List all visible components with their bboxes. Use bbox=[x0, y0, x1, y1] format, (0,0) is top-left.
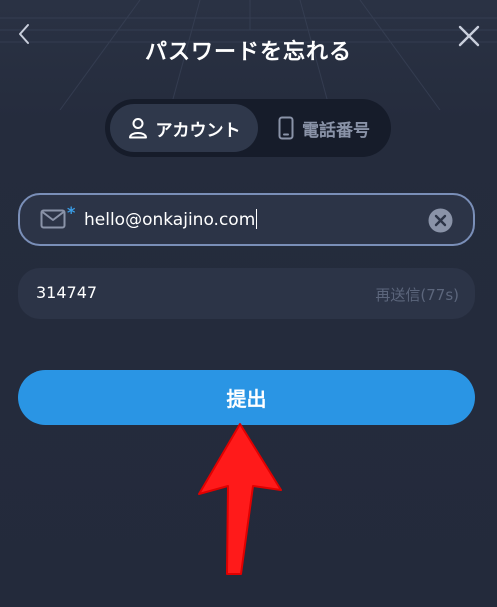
phone-icon bbox=[278, 116, 294, 140]
tab-phone-number[interactable]: 電話番号 bbox=[262, 104, 386, 152]
page-title: パスワードを忘れる bbox=[144, 40, 352, 65]
close-button[interactable] bbox=[453, 20, 485, 52]
submit-label: 提出 bbox=[226, 387, 267, 411]
email-field[interactable]: * hello@onkajino.com bbox=[18, 193, 475, 246]
tab-phone-label: 電話番号 bbox=[302, 120, 370, 141]
required-mark: * bbox=[67, 203, 76, 222]
submit-button[interactable]: 提出 bbox=[18, 370, 475, 425]
forgot-password-screen: パスワードを忘れる アカウント 電話番号 * hello@onkajino.co… bbox=[0, 0, 497, 607]
recovery-method-tabs: アカウント 電話番号 bbox=[105, 99, 391, 157]
verification-code-field[interactable]: 314747 再送信(77s) bbox=[18, 268, 475, 319]
user-icon bbox=[128, 118, 147, 139]
red-arrow-annotation bbox=[198, 423, 282, 575]
tab-account-label: アカウント bbox=[155, 120, 241, 141]
mail-icon bbox=[40, 209, 66, 229]
resend-countdown: 再送信(77s) bbox=[375, 286, 459, 304]
clear-icon[interactable] bbox=[428, 208, 453, 233]
email-value-text: hello@onkajino.com bbox=[84, 210, 256, 230]
email-input[interactable]: hello@onkajino.com bbox=[84, 209, 258, 230]
verification-code-value: 314747 bbox=[36, 283, 98, 302]
text-caret bbox=[256, 209, 258, 229]
close-icon bbox=[458, 25, 480, 47]
tab-account[interactable]: アカウント bbox=[110, 104, 258, 152]
